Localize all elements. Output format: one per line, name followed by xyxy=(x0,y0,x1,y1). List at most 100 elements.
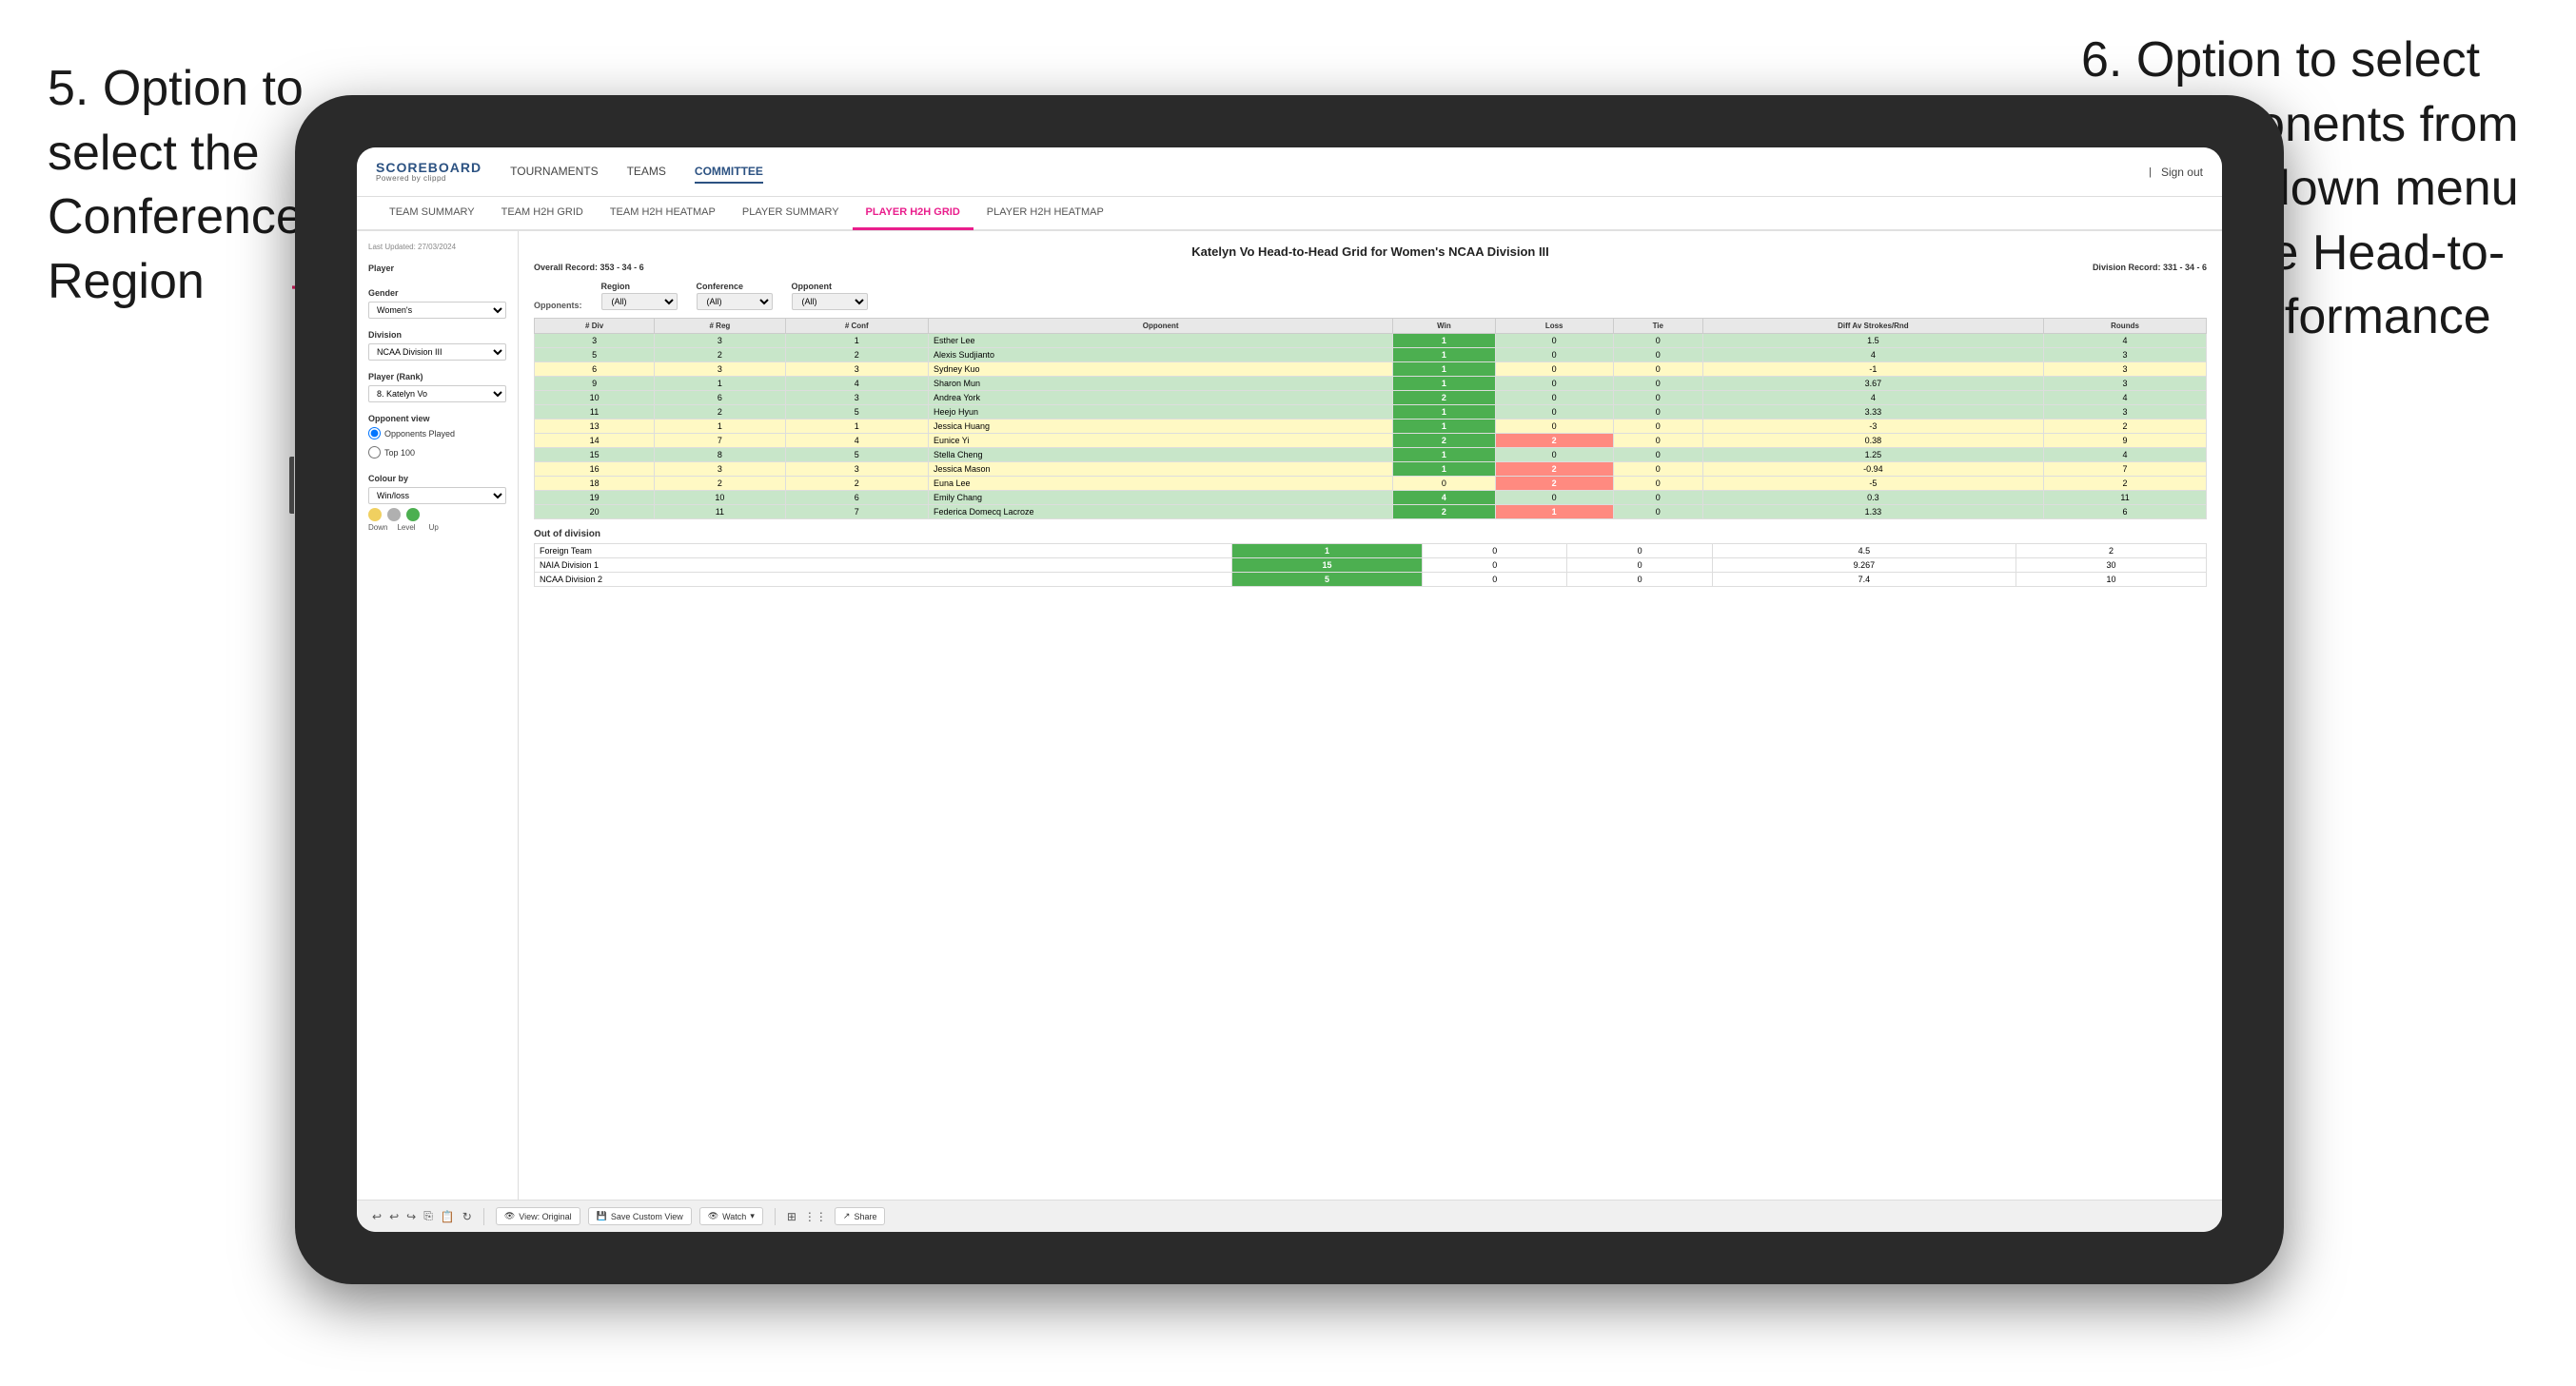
radio-top-100-input[interactable] xyxy=(368,446,381,459)
opponent-name-cell: Andrea York xyxy=(928,391,1392,405)
colour-dots xyxy=(368,508,506,521)
data-cell: 3 xyxy=(2044,348,2207,362)
data-cell: 3 xyxy=(655,362,785,377)
paste-icon[interactable]: 📋 xyxy=(441,1210,455,1223)
last-updated-text: Last Updated: 27/03/2024 xyxy=(368,243,456,251)
save-custom-label: Save Custom View xyxy=(611,1212,683,1221)
ood-data-cell: 30 xyxy=(2016,558,2206,573)
division-record-value: 331 - 34 - 6 xyxy=(2163,263,2207,272)
dot-level xyxy=(387,508,401,521)
data-cell: 1 xyxy=(655,420,785,434)
data-cell: 0 xyxy=(1613,477,1702,491)
grid-icon[interactable]: ⋮⋮ xyxy=(804,1210,827,1223)
opponent-view-label: Opponent view xyxy=(368,414,506,423)
table-row: 1822Euna Lee020-52 xyxy=(535,477,2207,491)
th-conf: # Conf xyxy=(785,319,928,334)
sub-nav-team-h2h-heatmap[interactable]: TEAM H2H HEATMAP xyxy=(597,196,729,230)
sub-nav-player-h2h-heatmap[interactable]: PLAYER H2H HEATMAP xyxy=(973,196,1117,230)
gender-select[interactable]: Women's xyxy=(368,302,506,319)
share-label: Share xyxy=(854,1212,876,1221)
th-rounds: Rounds xyxy=(2044,319,2207,334)
data-cell: 5 xyxy=(785,405,928,420)
data-cell: 11 xyxy=(2044,491,2207,505)
data-cell: 1 xyxy=(655,377,785,391)
data-cell: 3.67 xyxy=(1702,377,2043,391)
data-cell: 0 xyxy=(1613,505,1702,519)
data-cell: 3 xyxy=(2044,405,2207,420)
th-win: Win xyxy=(1393,319,1495,334)
table-row: 914Sharon Mun1003.673 xyxy=(535,377,2207,391)
nav-teams[interactable]: TEAMS xyxy=(627,161,666,184)
data-cell: 4 xyxy=(785,377,928,391)
radio-opponents-played-input[interactable] xyxy=(368,427,381,439)
data-cell: 0 xyxy=(1613,420,1702,434)
player-rank-label: Player (Rank) xyxy=(368,372,506,381)
opponent-name-cell: Heejo Hyun xyxy=(928,405,1392,420)
layout-icon[interactable]: ⊞ xyxy=(787,1210,796,1223)
opponent-select[interactable]: (All) xyxy=(792,293,868,310)
data-cell: 0 xyxy=(1495,334,1613,348)
table-row: 331Esther Lee1001.54 xyxy=(535,334,2207,348)
watch-btn[interactable]: 👁 Watch ▾ xyxy=(699,1207,763,1225)
win-cell: 1 xyxy=(1393,448,1495,462)
redo-icon[interactable]: ↪ xyxy=(406,1210,416,1223)
sidebar-colour-section: Colour by Win/loss Down Level Up xyxy=(368,474,506,532)
opponent-view-radio-group: Opponents Played Top 100 xyxy=(368,427,506,462)
data-cell: 3 xyxy=(2044,377,2207,391)
table-row: 522Alexis Sudjianto10043 xyxy=(535,348,2207,362)
data-cell: 16 xyxy=(535,462,655,477)
save-icon: 💾 xyxy=(597,1211,607,1221)
undo-icon[interactable]: ↩ xyxy=(372,1210,382,1223)
th-div: # Div xyxy=(535,319,655,334)
sidebar-division-section: Division NCAA Division III xyxy=(368,330,506,361)
data-cell: 0 xyxy=(1613,491,1702,505)
ood-data-cell: 7.4 xyxy=(1712,573,2016,587)
table-row: 1633Jessica Mason120-0.947 xyxy=(535,462,2207,477)
colour-by-select[interactable]: Win/loss xyxy=(368,487,506,504)
conference-select[interactable]: (All) xyxy=(697,293,773,310)
player-rank-select[interactable]: 8. Katelyn Vo xyxy=(368,385,506,402)
save-custom-btn[interactable]: 💾 Save Custom View xyxy=(588,1207,692,1225)
out-of-division-row: NAIA Division 115009.26730 xyxy=(535,558,2207,573)
sidebar: Last Updated: 27/03/2024 Player Gender W… xyxy=(357,231,519,1200)
nav-committee[interactable]: COMMITTEE xyxy=(695,161,763,184)
radio-opponents-played[interactable]: Opponents Played xyxy=(368,427,506,439)
win-cell: 1 xyxy=(1393,420,1495,434)
sub-nav-team-summary[interactable]: TEAM SUMMARY xyxy=(376,196,488,230)
data-cell: 10 xyxy=(535,391,655,405)
share-btn[interactable]: ↗ Share xyxy=(835,1207,886,1225)
eye-icon: 👁 xyxy=(504,1211,515,1221)
undo2-icon[interactable]: ↩ xyxy=(389,1210,399,1223)
filter-opponent: Opponent (All) xyxy=(792,282,868,310)
division-select[interactable]: NCAA Division III xyxy=(368,343,506,361)
radio-top-100[interactable]: Top 100 xyxy=(368,446,506,459)
share-icon: ↗ xyxy=(843,1211,851,1221)
data-cell: 0 xyxy=(1495,391,1613,405)
tablet-side-button xyxy=(289,457,294,514)
data-cell: 3 xyxy=(785,391,928,405)
copy-icon[interactable]: ⎘ xyxy=(423,1209,433,1223)
page-title: Katelyn Vo Head-to-Head Grid for Women's… xyxy=(534,244,2207,259)
opponent-name-cell: Sydney Kuo xyxy=(928,362,1392,377)
player-label: Player xyxy=(368,264,506,273)
sub-nav-team-h2h-grid[interactable]: TEAM H2H GRID xyxy=(488,196,597,230)
view-original-btn[interactable]: 👁 View: Original xyxy=(496,1207,580,1225)
opponent-name-cell: Alexis Sudjianto xyxy=(928,348,1392,362)
region-select[interactable]: (All) xyxy=(601,293,678,310)
data-cell: 2 xyxy=(655,405,785,420)
data-cell: 15 xyxy=(535,448,655,462)
nav-tournaments[interactable]: TOURNAMENTS xyxy=(510,161,598,184)
logo-container: SCOREBOARD Powered by clippd xyxy=(376,161,482,183)
opponent-name-cell: Stella Cheng xyxy=(928,448,1392,462)
win-cell: 1 xyxy=(1393,377,1495,391)
ood-data-cell: 0 xyxy=(1423,573,1567,587)
sign-out-link[interactable]: Sign out xyxy=(2161,162,2203,183)
data-cell: 14 xyxy=(535,434,655,448)
sub-nav-player-summary[interactable]: PLAYER SUMMARY xyxy=(729,196,853,230)
refresh-icon[interactable]: ↻ xyxy=(462,1210,472,1223)
sub-nav-player-h2h-grid[interactable]: PLAYER H2H GRID xyxy=(853,196,973,230)
division-record-label: Division Record: xyxy=(2093,263,2161,272)
table-row: 20117Federica Domecq Lacroze2101.336 xyxy=(535,505,2207,519)
win-cell: 2 xyxy=(1393,391,1495,405)
out-of-division-row: NCAA Division 25007.410 xyxy=(535,573,2207,587)
